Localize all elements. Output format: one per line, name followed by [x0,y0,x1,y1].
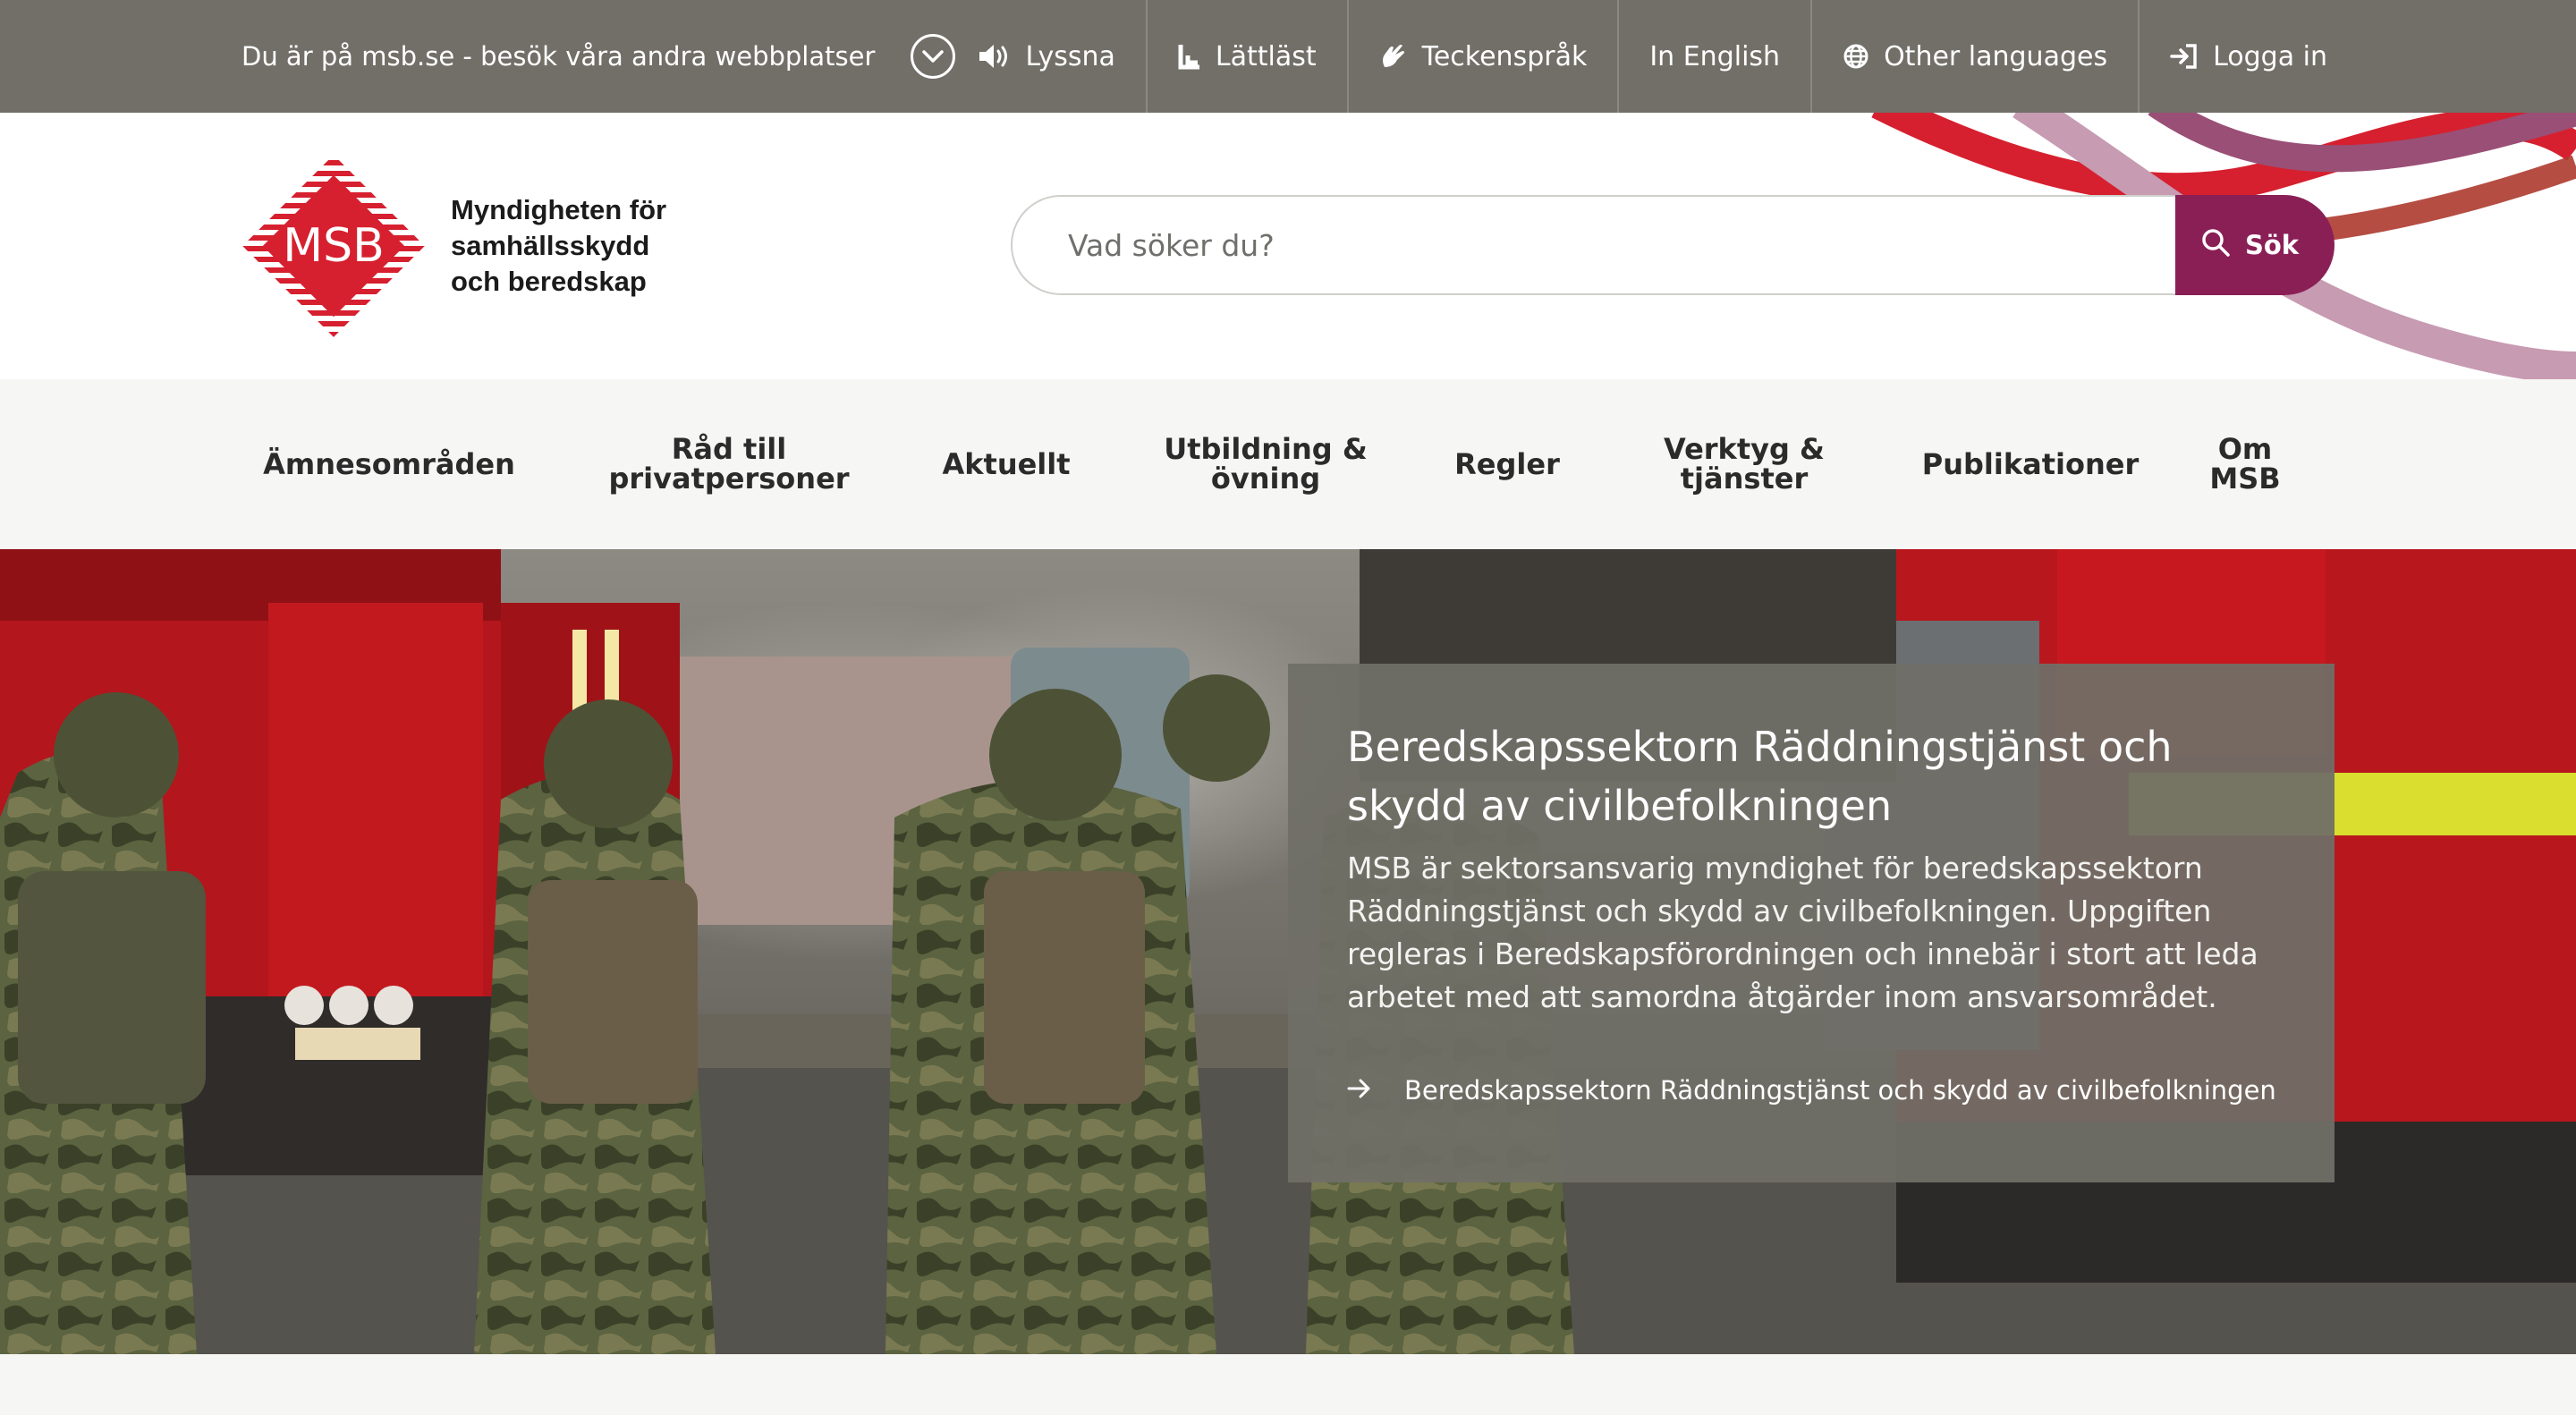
nav-label: Publikationer [1921,446,2140,481]
nav-label: tjänster [1680,462,1809,496]
login-link[interactable]: Logga in [2138,0,2358,113]
nav-item-aktuellt[interactable]: Aktuellt [930,379,1082,549]
nav-label: privatpersoner [608,462,850,496]
globe-icon [1843,43,1869,70]
listen-label: Lyssna [1025,40,1115,72]
nav-label: Om [2217,432,2273,466]
nav-label: Råd till [671,432,787,466]
site-notice[interactable]: Du är på msb.se - besök våra andra webbp… [242,0,956,113]
logo-mark-text: MSB [283,219,385,273]
english-label: In English [1649,40,1781,72]
logo-line: och beredskap [451,266,647,297]
easy-read-link[interactable]: Lättläst [1145,0,1347,113]
other-languages-link[interactable]: Other languages [1810,0,2138,113]
msb-logo[interactable]: MSB Myndigheten för samhällsskydd och be… [240,152,666,340]
listen-link[interactable]: Lyssna [947,0,1146,113]
hero-link-label: Beredskapssektorn Räddningstjänst och sk… [1404,1075,2276,1106]
nav-label: Regler [1454,446,1560,481]
sign-language-link[interactable]: Teckenspråk [1346,0,1618,113]
easy-read-label: Lättläst [1215,40,1317,72]
hero-description: MSB är sektorsansvarig myndighet för ber… [1347,851,2258,1014]
hero-section: Beredskapssektorn Räddningstjänst och sk… [0,549,2576,1354]
easy-read-icon [1178,43,1201,70]
sign-language-icon [1379,42,1408,71]
site-header: MSB Myndigheten för samhällsskydd och be… [0,113,2576,379]
sign-language-label: Teckenspråk [1421,40,1588,72]
nav-label: övning [1210,462,1321,496]
hero-title: Beredskapssektorn Räddningstjänst och sk… [1347,723,2173,830]
nav-item-rad-till-privatpersoner[interactable]: Råd till privatpersoner [608,379,850,549]
login-label: Logga in [2213,40,2327,72]
arrow-right-icon [1347,1075,1372,1106]
nav-item-regler[interactable]: Regler [1440,379,1574,549]
msb-logo-mark: MSB [242,155,425,337]
nav-item-amnesomraden[interactable]: Ämnesområden [259,379,519,549]
login-icon [2170,43,2199,70]
search-icon [2200,227,2231,264]
nav-label: MSB [2209,462,2281,496]
logo-line: samhällsskydd [451,230,650,261]
nav-item-verktyg-tjanster[interactable]: Verktyg & tjänster [1655,379,1834,549]
nav-item-utbildning-ovning[interactable]: Utbildning & övning [1163,379,1368,549]
nav-label: Verktyg & [1664,432,1825,466]
speaker-icon [978,43,1012,70]
nav-label: Aktuellt [942,446,1071,481]
hero-card: Beredskapssektorn Räddningstjänst och sk… [1288,664,2334,1182]
nav-label: Utbildning & [1164,432,1368,466]
nav-item-publikationer[interactable]: Publikationer [1914,379,2147,549]
search-button-label: Sök [2244,230,2300,260]
logo-wordmark: Myndigheten för samhällsskydd och bereds… [451,192,666,300]
main-navigation: Ämnesområden Råd till privatpersoner Aktu… [0,379,2576,549]
english-link[interactable]: In English [1617,0,1810,113]
hero-link[interactable]: Beredskapssektorn Räddningstjänst och sk… [1347,1075,2276,1106]
other-languages-label: Other languages [1884,40,2108,72]
nav-label: Ämnesområden [263,446,515,481]
nav-item-om-msb[interactable]: Om MSB [2200,379,2290,549]
logo-line: Myndigheten för [451,194,667,225]
search-form: Sök [1011,195,2334,295]
utility-bar: Du är på msb.se - besök våra andra webbp… [0,0,2576,113]
page-continuation [0,1354,2576,1415]
search-button[interactable]: Sök [2175,195,2334,295]
search-input[interactable] [1011,195,2175,295]
site-notice-text: Du är på msb.se - besök våra andra webbp… [242,41,876,72]
